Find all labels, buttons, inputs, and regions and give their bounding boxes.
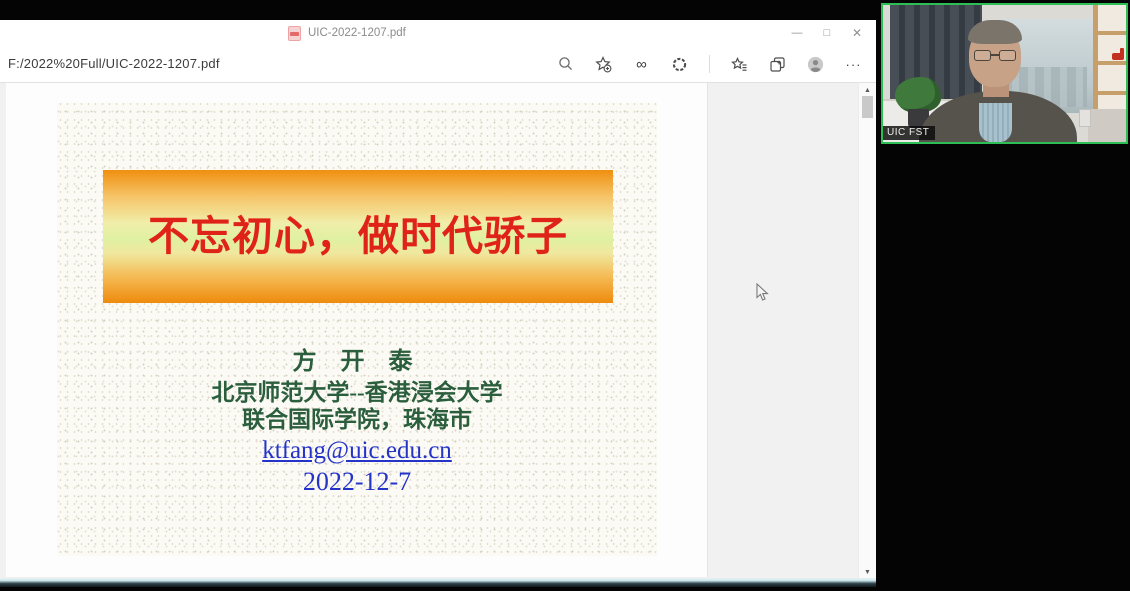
- tab-title: UIC-2022-1207.pdf: [308, 27, 406, 39]
- email-link[interactable]: ktfang@uic.edu.cn: [262, 437, 452, 464]
- browser-window: UIC-2022-1207.pdf — □ ✕ F:/2022%20Full/U…: [0, 20, 876, 580]
- slide-title-banner: 不忘初心，做时代骄子: [103, 170, 613, 303]
- author-name: 方 开 泰: [57, 341, 657, 376]
- collections-icon[interactable]: [769, 56, 786, 73]
- webcam-bookshelf: [1093, 5, 1126, 109]
- presentation-slide: 不忘初心，做时代骄子 方 开 泰 北京师范大学--香港浸会大学 联合国际学院，珠…: [57, 103, 657, 556]
- webcam-floor: [1088, 109, 1126, 142]
- slide-title: 不忘初心，做时代骄子: [148, 202, 568, 262]
- profile-icon[interactable]: [807, 56, 824, 73]
- settings-more-icon[interactable]: ···: [845, 56, 862, 73]
- webcam-video[interactable]: UIC FST: [881, 3, 1128, 144]
- date-text: 2022-12-7: [57, 467, 657, 497]
- browser-toolbar: ∞ ···: [557, 46, 862, 82]
- shelf-bar: [1098, 91, 1128, 95]
- zoom-search-icon[interactable]: [557, 56, 574, 73]
- address-input[interactable]: F:/2022%20Full/UIC-2022-1207.pdf: [8, 46, 220, 82]
- email-line: ktfang@uic.edu.cn: [57, 437, 657, 465]
- minimize-button[interactable]: —: [782, 20, 812, 46]
- scrollbar-thumb[interactable]: [862, 96, 873, 118]
- affiliation-line-1: 北京师范大学--香港浸会大学: [57, 379, 657, 406]
- glasses-lens: [999, 50, 1016, 61]
- maximize-button[interactable]: □: [812, 20, 842, 46]
- add-favorite-star-icon[interactable]: [595, 56, 612, 73]
- pdf-page: 不忘初心，做时代骄子 方 开 泰 北京师范大学--香港浸会大学 联合国际学院，珠…: [6, 83, 708, 577]
- speaker-shirt: [979, 103, 1012, 142]
- speaker-hair: [968, 20, 1022, 44]
- window-controls: — □ ✕: [782, 20, 872, 46]
- scroll-up-icon[interactable]: ▲: [859, 87, 876, 94]
- extension-splat-icon[interactable]: [671, 56, 688, 73]
- slide-author-block: 方 开 泰 北京师范大学--香港浸会大学 联合国际学院，珠海市 ktfang@u…: [57, 341, 657, 497]
- mouse-cursor: [756, 283, 769, 307]
- shelf-bar: [1098, 31, 1128, 35]
- close-button[interactable]: ✕: [842, 20, 872, 46]
- webcam-plant: [895, 77, 941, 113]
- scroll-down-icon[interactable]: ▼: [859, 569, 876, 576]
- screen: UIC-2022-1207.pdf — □ ✕ F:/2022%20Full/U…: [0, 0, 1130, 591]
- webcam-wall-panel: [1079, 109, 1091, 127]
- address-bar: F:/2022%20Full/UIC-2022-1207.pdf ∞: [0, 46, 876, 83]
- toolbar-divider: [709, 55, 710, 73]
- pdf-scrollbar[interactable]: ▲ ▼: [858, 83, 876, 580]
- affiliation-line-2: 联合国际学院，珠海市: [57, 406, 657, 433]
- tab-strip: UIC-2022-1207.pdf — □ ✕: [0, 20, 876, 46]
- shelf-bar: [1098, 61, 1128, 65]
- glasses-bridge: [991, 54, 999, 56]
- screen-share-border: [0, 578, 876, 587]
- extension-infinity-icon[interactable]: ∞: [633, 56, 650, 73]
- participant-name-badge: UIC FST: [883, 126, 935, 140]
- favorites-hub-icon[interactable]: [731, 56, 748, 73]
- pdf-viewer: 不忘初心，做时代骄子 方 开 泰 北京师范大学--香港浸会大学 联合国际学院，珠…: [0, 83, 876, 580]
- speaker-glasses: [973, 50, 1017, 61]
- red-toy-horse-head: [1120, 48, 1124, 55]
- glasses-lens: [974, 50, 991, 61]
- tab-pdf[interactable]: UIC-2022-1207.pdf: [288, 22, 406, 44]
- pdf-file-icon: [288, 26, 301, 41]
